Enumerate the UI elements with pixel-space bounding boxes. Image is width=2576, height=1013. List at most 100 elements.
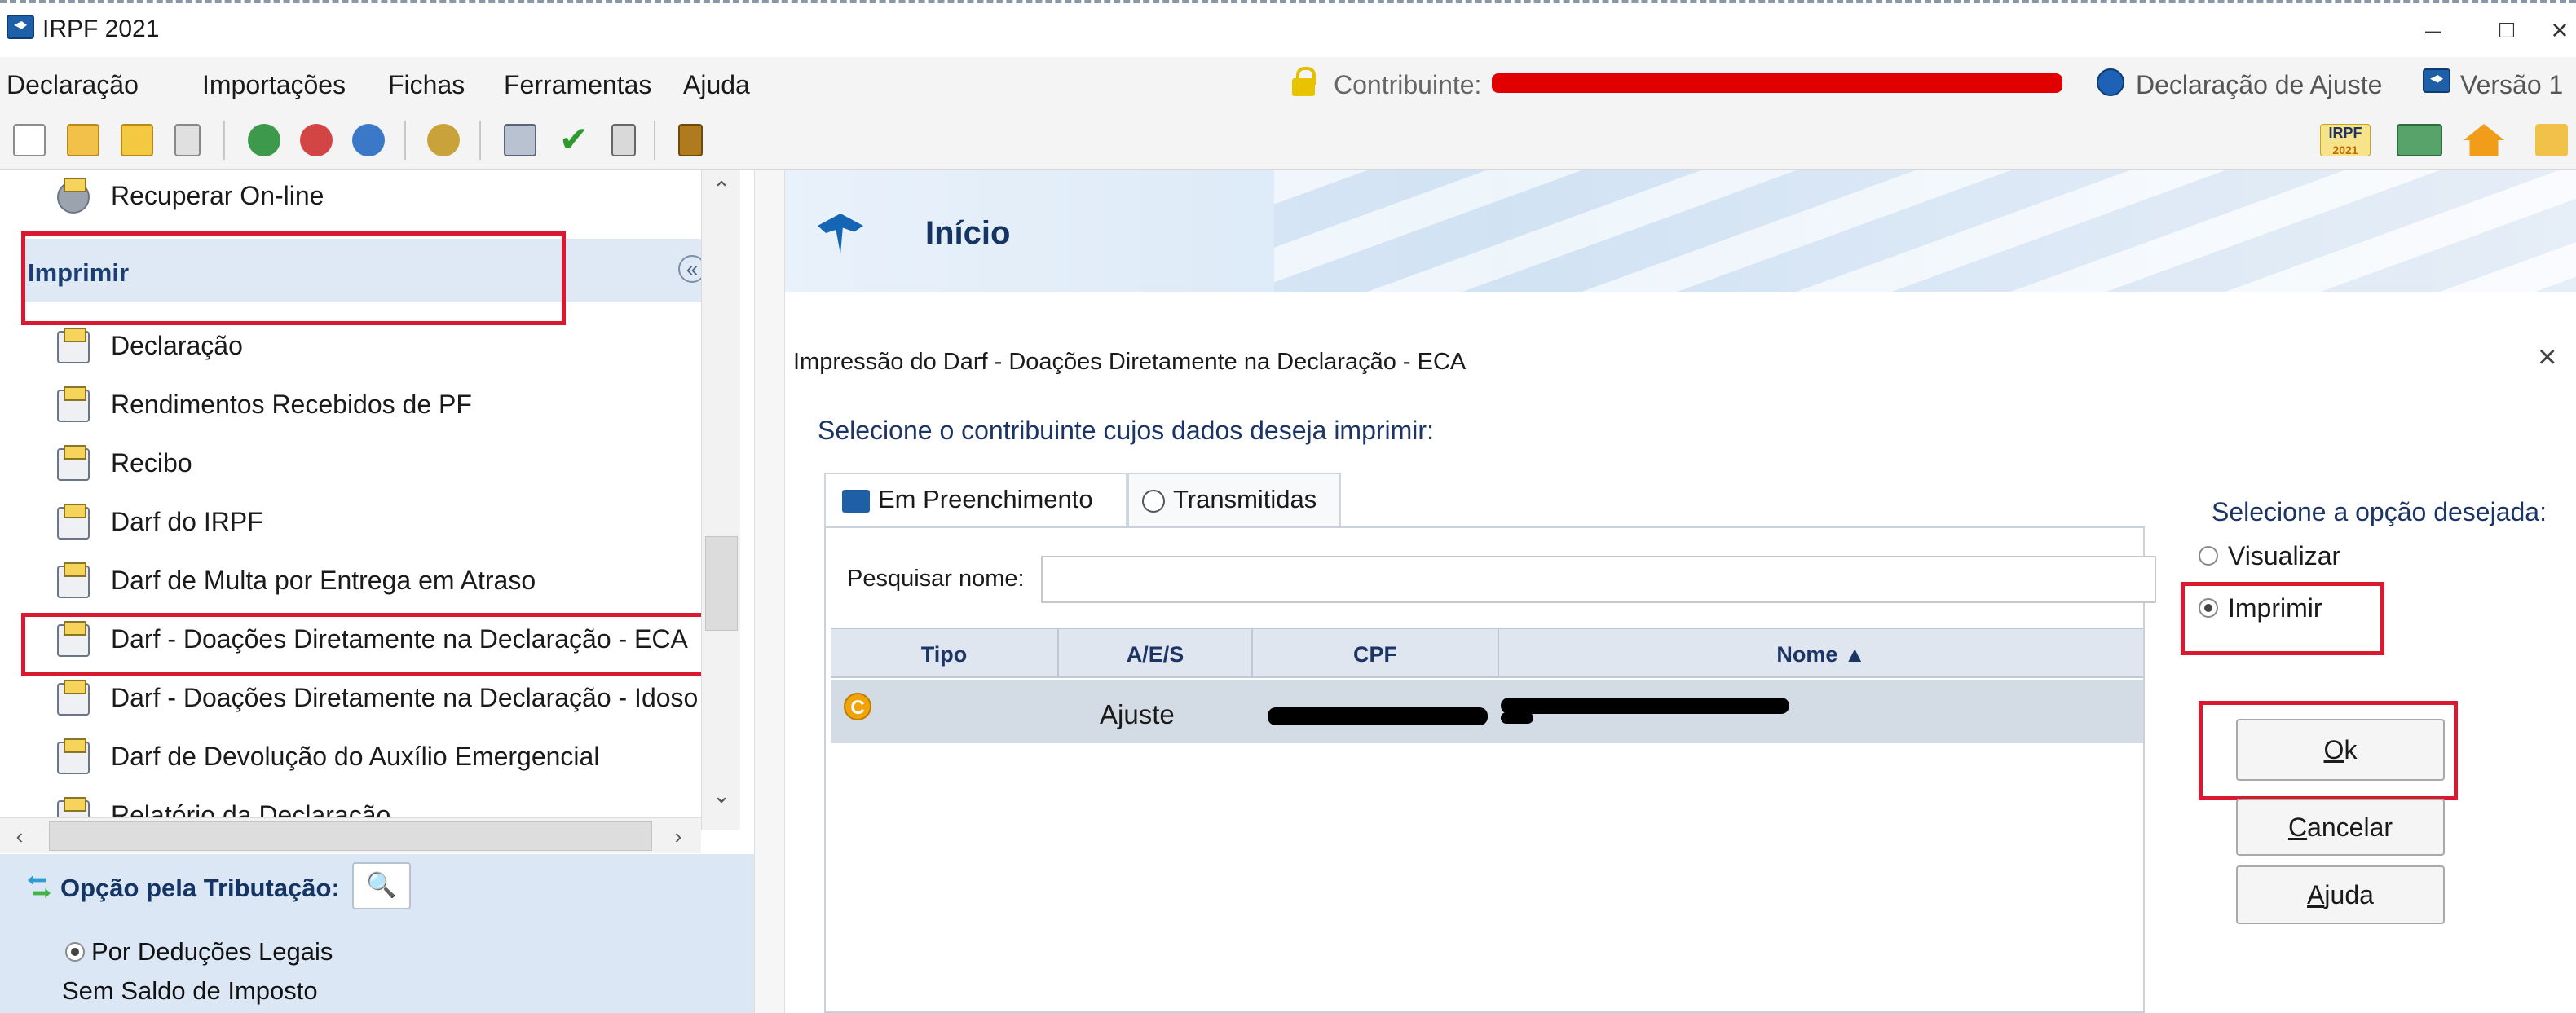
visualizar-radio[interactable] (2199, 546, 2218, 566)
cancel-mnemonic: C (2287, 813, 2308, 842)
scroll-thumb-h[interactable] (49, 821, 652, 851)
irpf-app-window: IRPF 2021 – □ × Declaração Importações F… (0, 0, 2576, 1013)
tab-label: Transmitidas (1173, 485, 1317, 513)
sidebar-item-label: Rendimentos Recebidos de PF (111, 390, 472, 419)
column-aes[interactable]: A/E/S (1059, 642, 1251, 667)
sidebar-item-label: Recuperar On-line (111, 181, 324, 210)
row-aes: Ajuste (1100, 699, 1175, 729)
tab-em-preenchimento[interactable]: Em Preenchimento (824, 473, 1127, 526)
declaration-type-icon (2097, 68, 2124, 96)
printer-icon (57, 328, 90, 363)
deducoes-option[interactable]: Por Deduções Legais (91, 937, 333, 967)
draft-icon (842, 489, 870, 513)
version-label: Versão 1 (2460, 70, 2564, 99)
contribuintes-panel: Pesquisar nome: Tipo A/E/S CPF Nome ▲ C … (824, 526, 2156, 1013)
sidebar-item-recibo[interactable]: Recibo (24, 438, 726, 487)
trash-icon[interactable] (174, 124, 201, 156)
sidebar-item-relatorio[interactable]: Relatório da Declaração (24, 791, 726, 820)
sidebar-vertical-scrollbar[interactable]: ⌃ ⌄ (701, 170, 740, 830)
printer-icon (57, 562, 90, 598)
tributacao-panel: Opção pela Tributação: 🔍 Por Deduções Le… (0, 854, 754, 1013)
page-title: Início (925, 215, 1011, 251)
new-file-icon[interactable] (13, 124, 46, 156)
sidebar-item-recuperar[interactable]: Recuperar On-line (24, 171, 726, 220)
visualizar-option[interactable]: Visualizar (2228, 541, 2340, 571)
print-icon[interactable] (504, 124, 536, 156)
contribuinte-label: Contribuinte: (1334, 70, 1482, 99)
import-icon[interactable] (248, 124, 280, 156)
sidebar-item-devolucao[interactable]: Darf de Devolução do Auxílio Emergencial (24, 732, 726, 781)
help-mnemonic: A (2307, 880, 2325, 909)
restore-button[interactable]: □ (2470, 7, 2543, 54)
toolbar-separator (404, 121, 406, 160)
column-nome[interactable]: Nome ▲ (1499, 642, 2143, 667)
column-cpf[interactable]: CPF (1253, 642, 1498, 667)
open-folder-icon[interactable] (67, 124, 99, 156)
toolbar-separator (654, 121, 655, 160)
sidebar-item-label: Darf - Doações Diretamente na Declaração… (111, 683, 699, 712)
irpf-logo-icon[interactable]: IRPF 2021 (2320, 124, 2371, 156)
printer-icon (57, 680, 90, 716)
lock-icon (1292, 67, 1316, 96)
options-label: Selecione a opção desejada: (2212, 497, 2547, 526)
scroll-left-icon[interactable]: ‹ (3, 820, 36, 852)
split-divider[interactable] (754, 170, 785, 1013)
sidebar-item-declaracao[interactable]: Declaração (24, 321, 726, 370)
darf-print-dialog: Impressão do Darf - Doações Diretamente … (785, 324, 2576, 1013)
scroll-down-icon[interactable]: ⌄ (705, 779, 738, 812)
sidebar-item-darf-idoso[interactable]: Darf - Doações Diretamente na Declaração… (24, 673, 726, 722)
redacted-cpf (1268, 707, 1488, 725)
search-icon-button[interactable]: 🔍 (352, 862, 411, 909)
scroll-thumb[interactable] (705, 536, 738, 631)
sidebar: Recuperar On-line Imprimir « Declaração … (0, 170, 754, 854)
calculator-icon[interactable] (611, 124, 636, 156)
menu-declaracao[interactable]: Declaração (7, 70, 139, 100)
help-button[interactable]: Ajuda (2236, 865, 2445, 924)
tributacao-label: Opção pela Tributação: (60, 874, 340, 902)
globe-icon[interactable] (427, 124, 460, 156)
title-bar: IRPF 2021 – □ × (0, 0, 2576, 57)
folder-icon[interactable] (121, 124, 153, 156)
column-tipo[interactable]: Tipo (831, 642, 1057, 667)
menu-importacoes[interactable]: Importações (202, 70, 346, 100)
menu-fichas[interactable]: Fichas (388, 70, 465, 100)
close-window-button[interactable]: × (2543, 7, 2576, 54)
check-icon[interactable]: ✔ (558, 122, 590, 158)
sidebar-horizontal-scrollbar[interactable]: ‹ › (0, 817, 701, 853)
scroll-right-icon[interactable]: › (662, 820, 695, 852)
receipt-icon[interactable] (352, 124, 385, 156)
exchange-arrows-icon (28, 875, 52, 900)
highlight-imprimir (21, 231, 566, 325)
sidebar-item-label: Declaração (111, 331, 243, 360)
keyboard-icon[interactable] (2397, 124, 2442, 156)
transmit-icon[interactable] (300, 124, 333, 156)
dialog-title: Impressão do Darf - Doações Diretamente … (793, 349, 1467, 375)
printer-icon (57, 445, 90, 481)
extra-icon[interactable] (2535, 124, 2568, 156)
deducoes-radio[interactable] (65, 942, 85, 962)
table-row[interactable]: C Ajuste (831, 680, 2143, 743)
scroll-up-icon[interactable]: ⌃ (705, 173, 738, 205)
sidebar-item-darf-irpf[interactable]: Darf do IRPF (24, 497, 726, 546)
toolbar-separator (223, 121, 225, 160)
dialog-close-icon[interactable]: × (2538, 339, 2556, 376)
cancel-button[interactable]: Cancelar (2236, 799, 2445, 856)
home-icon[interactable] (2464, 124, 2504, 156)
receita-logo-icon (818, 214, 863, 254)
version-icon (2423, 68, 2450, 93)
page-header: Início (785, 170, 2576, 292)
search-input[interactable] (1041, 556, 2156, 603)
sidebar-item-rendimentos[interactable]: Rendimentos Recebidos de PF (24, 380, 726, 429)
menu-ajuda[interactable]: Ajuda (683, 70, 750, 100)
toolbar-separator (479, 121, 481, 160)
printer-icon (57, 504, 90, 540)
minimize-button[interactable]: – (2397, 7, 2470, 54)
tab-transmitidas[interactable]: Transmitidas (1127, 473, 1341, 526)
book-icon[interactable] (678, 124, 703, 156)
sidebar-item-darf-multa[interactable]: Darf de Multa por Entrega em Atraso (24, 556, 726, 605)
menu-ferramentas[interactable]: Ferramentas (504, 70, 651, 100)
redacted-nome-2 (1501, 712, 1533, 724)
window-title: IRPF 2021 (42, 15, 160, 42)
sidebar-item-label: Darf do IRPF (111, 507, 263, 536)
tab-label: Em Preenchimento (878, 485, 1093, 513)
